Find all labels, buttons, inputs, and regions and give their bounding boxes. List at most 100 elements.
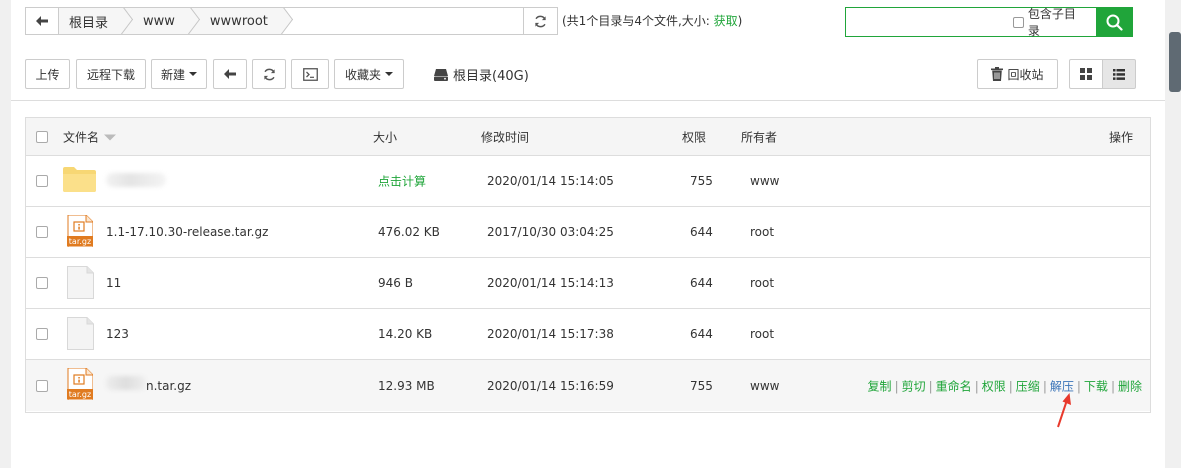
file-mtime: 2017/10/30 03:04:25 xyxy=(487,225,614,239)
arrow-left-icon xyxy=(224,69,236,79)
row-checkbox[interactable] xyxy=(36,175,48,187)
calc-size-link[interactable]: 点击计算 xyxy=(378,173,426,190)
row-checkbox[interactable] xyxy=(36,379,48,392)
include-subdir-label: 包含子目录 xyxy=(1027,7,1076,38)
file-perm[interactable]: 755 xyxy=(690,174,713,188)
search-box: 包含子目录 xyxy=(845,7,1133,38)
favorites-dropdown-button[interactable]: 收藏夹 xyxy=(334,59,404,89)
file-name[interactable]: n.tar.gz xyxy=(146,379,191,393)
divider: | xyxy=(1008,379,1013,393)
path-input-area[interactable] xyxy=(281,8,523,34)
file-mtime: 2020/01/14 15:16:59 xyxy=(487,378,614,393)
grid-view-button[interactable] xyxy=(1069,59,1103,89)
row-actions: 复制 | 剪切 | 重命名 | 权限 | 压缩 | 解压 | 下载 | 删除 xyxy=(868,377,1142,394)
back-button[interactable] xyxy=(26,8,59,34)
redacted-name xyxy=(106,376,146,390)
file-name[interactable]: 1.1-17.10.30-release.tar.gz xyxy=(106,225,268,239)
summary-get-size-link[interactable]: 获取 xyxy=(714,14,738,28)
action-rename[interactable]: 重命名 xyxy=(936,379,972,393)
archive-file-icon: tar.gz xyxy=(67,214,94,250)
header-size[interactable]: 大小 xyxy=(373,128,397,145)
action-copy[interactable]: 复制 xyxy=(868,379,892,393)
header-name-label: 文件名 xyxy=(63,130,100,144)
header-owner[interactable]: 所有者 xyxy=(741,128,777,145)
header-mtime[interactable]: 修改时间 xyxy=(481,128,529,145)
file-perm[interactable]: 755 xyxy=(690,379,713,393)
action-extract[interactable]: 解压 xyxy=(1050,379,1074,393)
list-view-button[interactable] xyxy=(1102,59,1136,89)
file-owner[interactable]: root xyxy=(750,276,774,290)
file-perm[interactable]: 644 xyxy=(690,327,713,341)
upload-label: 上传 xyxy=(35,67,60,82)
divider: | xyxy=(974,379,979,393)
table-row[interactable]: 点击计算 2020/01/14 15:14:05 755 www xyxy=(26,156,1150,207)
checkbox-box[interactable] xyxy=(1013,16,1024,28)
header-perm[interactable]: 权限 xyxy=(682,128,706,145)
include-subdir-checkbox[interactable]: 包含子目录 xyxy=(1013,7,1096,38)
file-name[interactable]: 123 xyxy=(106,327,129,341)
table-row[interactable]: 123 14.20 KB 2020/01/14 15:17:38 644 roo… xyxy=(26,309,1150,360)
file-owner[interactable]: root xyxy=(750,327,774,341)
trash-icon xyxy=(991,67,1004,81)
row-checkbox[interactable] xyxy=(36,328,48,340)
breadcrumb: 根目录 www wwwroot xyxy=(59,8,523,34)
go-back-button[interactable] xyxy=(213,59,247,89)
action-download[interactable]: 下载 xyxy=(1084,379,1108,393)
file-name[interactable]: 11 xyxy=(106,276,121,290)
archive-badge: tar.gz xyxy=(69,237,91,246)
terminal-button[interactable] xyxy=(291,59,329,89)
archive-file-icon: tar.gz xyxy=(67,367,94,403)
divider: | xyxy=(894,379,899,393)
favorites-label: 收藏夹 xyxy=(344,67,381,82)
file-perm[interactable]: 644 xyxy=(690,225,713,239)
upload-button[interactable]: 上传 xyxy=(25,59,70,89)
remote-download-button[interactable]: 远程下载 xyxy=(76,59,146,89)
table-row[interactable]: tar.gz n.tar.gz 12.93 MB 2020/01/14 15:1… xyxy=(26,360,1150,411)
terminal-icon xyxy=(302,67,318,81)
refresh-button[interactable] xyxy=(252,59,286,89)
path-refresh-button[interactable] xyxy=(523,8,557,34)
breadcrumb-item-www[interactable]: www xyxy=(122,8,189,34)
chevron-down-icon xyxy=(189,72,197,76)
header-name[interactable]: 文件名 xyxy=(63,128,117,145)
table-row[interactable]: tar.gz 1.1-17.10.30-release.tar.gz 476.0… xyxy=(26,207,1150,258)
row-checkbox[interactable] xyxy=(36,277,48,289)
row-checkbox[interactable] xyxy=(36,226,48,238)
divider: | xyxy=(1110,379,1115,393)
breadcrumb-item-wwwroot[interactable]: wwwroot xyxy=(188,8,282,34)
hard-drive-icon xyxy=(434,68,448,81)
file-owner[interactable]: root xyxy=(750,225,774,239)
file-icon xyxy=(67,266,94,302)
remote-download-label: 远程下载 xyxy=(86,67,135,82)
disk-label: 根目录(40G) xyxy=(453,69,529,84)
action-delete[interactable]: 删除 xyxy=(1118,379,1142,393)
disk-selector[interactable]: 根目录(40G) xyxy=(434,65,529,84)
file-mtime: 2020/01/14 15:17:38 xyxy=(487,327,614,341)
search-input[interactable] xyxy=(846,8,1013,36)
file-mtime: 2020/01/14 15:14:13 xyxy=(487,276,614,290)
arrow-left-icon xyxy=(36,16,48,26)
search-button[interactable] xyxy=(1095,7,1133,37)
breadcrumb-item-root[interactable]: 根目录 xyxy=(59,8,123,34)
select-all-checkbox[interactable] xyxy=(36,130,48,143)
toolbar-divider xyxy=(11,100,1165,101)
directory-summary: (共1个目录与4个文件,大小: 获取) xyxy=(562,12,742,29)
summary-text: (共1个目录与4个文件,大小: xyxy=(562,14,710,28)
file-owner[interactable]: www xyxy=(750,174,779,188)
path-bar: 根目录 www wwwroot xyxy=(25,7,558,35)
refresh-icon xyxy=(535,15,546,27)
refresh-icon xyxy=(263,68,275,80)
action-compress[interactable]: 压缩 xyxy=(1016,379,1040,393)
new-dropdown-button[interactable]: 新建 xyxy=(151,59,207,89)
file-mtime: 2020/01/14 15:14:05 xyxy=(487,174,614,188)
annotation-arrow-icon xyxy=(1057,393,1071,428)
page-scrollbar[interactable] xyxy=(1169,32,1181,92)
file-owner[interactable]: www xyxy=(750,379,779,393)
divider: | xyxy=(1042,379,1047,393)
recycle-bin-button[interactable]: 回收站 xyxy=(977,59,1058,89)
recycle-label: 回收站 xyxy=(1007,67,1044,82)
action-cut[interactable]: 剪切 xyxy=(902,379,926,393)
table-row[interactable]: 11 946 B 2020/01/14 15:14:13 644 root xyxy=(26,258,1150,309)
action-permission[interactable]: 权限 xyxy=(982,379,1006,393)
file-perm[interactable]: 644 xyxy=(690,276,713,290)
